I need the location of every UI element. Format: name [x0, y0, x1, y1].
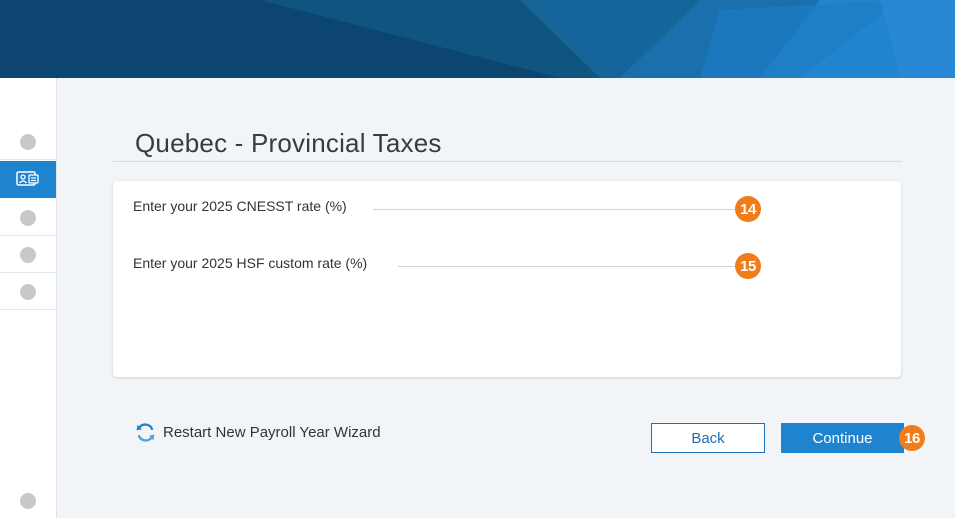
sidebar-step-provincial-taxes[interactable]: [0, 161, 56, 198]
header-banner: [0, 0, 955, 78]
hsf-rate-label: Enter your 2025 HSF custom rate (%): [133, 255, 368, 271]
back-button[interactable]: Back: [651, 423, 765, 453]
page-title: Quebec - Provincial Taxes: [135, 128, 442, 158]
sidebar-bottom-dot-icon[interactable]: [20, 493, 36, 509]
cnesst-rate-label: Enter your 2025 CNESST rate (%): [133, 198, 347, 214]
title-divider: [113, 161, 902, 162]
sidebar-step-4[interactable]: [0, 236, 56, 273]
step-badge-15: 15: [735, 253, 761, 279]
sidebar-step-3[interactable]: [0, 199, 56, 236]
hsf-rate-input[interactable]: [398, 266, 735, 267]
step-badge-14: 14: [735, 196, 761, 222]
id-card-icon: [16, 171, 39, 186]
step-dot-icon: [20, 134, 36, 150]
wizard-step-sidebar: [0, 78, 57, 518]
step-dot-icon: [20, 284, 36, 300]
cnesst-rate-input[interactable]: [373, 209, 735, 210]
restart-wizard-link[interactable]: Restart New Payroll Year Wizard: [135, 422, 381, 443]
sidebar-step-5[interactable]: [0, 273, 56, 310]
step-dot-icon: [20, 247, 36, 263]
restart-wizard-label: Restart New Payroll Year Wizard: [163, 424, 381, 441]
step-badge-16: 16: [899, 425, 925, 451]
refresh-icon: [136, 423, 155, 442]
step-dot-icon: [20, 210, 36, 226]
header-decoration: [0, 0, 955, 78]
provincial-taxes-form-card: Enter your 2025 CNESST rate (%) 14 Enter…: [113, 181, 901, 377]
continue-button[interactable]: Continue: [781, 423, 904, 453]
sidebar-step-1[interactable]: [0, 123, 56, 160]
